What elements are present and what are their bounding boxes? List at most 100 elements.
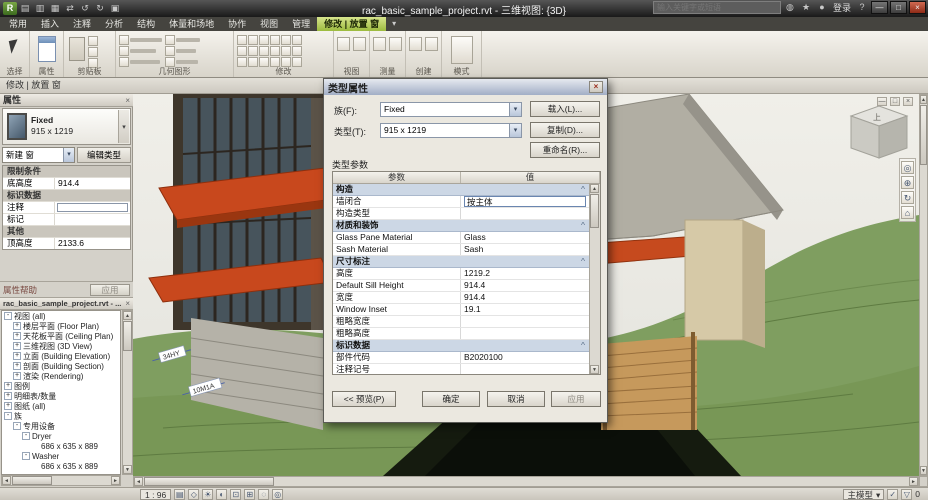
scroll-left-icon[interactable]: ◄ <box>2 476 11 485</box>
app-menu-button[interactable]: R <box>3 2 17 15</box>
tree-item-floor-plan[interactable]: + 楼层平面 (Floor Plan) <box>2 321 120 331</box>
tab-massing-site[interactable]: 体量和场地 <box>162 17 221 31</box>
tab-annotate[interactable]: 注释 <box>66 17 98 31</box>
cancel-button[interactable]: 取消 <box>487 391 545 407</box>
search-input[interactable] <box>652 1 781 14</box>
expander-icon[interactable]: + <box>4 392 12 400</box>
tree-item-elevation[interactable]: + 立面 (Building Elevation) <box>2 351 120 361</box>
param-row[interactable]: 宽度 914.4 <box>333 292 589 304</box>
browser-hscrollbar[interactable]: ◄ ► <box>1 475 121 486</box>
tab-insert[interactable]: 插入 <box>34 17 66 31</box>
expander-icon[interactable]: + <box>13 332 21 340</box>
param-row[interactable]: Sash Material Sash <box>333 244 589 256</box>
new-element-dropdown[interactable]: 新建 窗 ▾ <box>2 147 75 163</box>
ok-button[interactable]: 确定 <box>422 391 480 407</box>
tree-item-specialty-equipment[interactable]: - 专用设备 <box>2 421 120 431</box>
group-icon[interactable] <box>270 57 280 67</box>
dialog-apply-button[interactable]: 应用 <box>551 391 601 407</box>
browser-vscrollbar[interactable]: ▲ ▼ <box>122 310 133 475</box>
paint-icon[interactable] <box>165 46 175 56</box>
close-icon[interactable]: × <box>125 94 130 106</box>
param-row[interactable]: 墙闭合 按主体 <box>333 196 589 208</box>
collapse-icon[interactable]: ^ <box>577 340 589 351</box>
expander-icon[interactable]: - <box>4 312 12 320</box>
scroll-thumb[interactable] <box>144 477 274 486</box>
dialog-close-button[interactable]: × <box>589 81 603 93</box>
print-icon[interactable]: ▣ <box>108 2 122 15</box>
override-graphics-icon[interactable] <box>353 37 366 51</box>
orbit-icon[interactable]: ↻ <box>901 191 914 204</box>
lock-icon[interactable] <box>259 57 269 67</box>
expander-icon[interactable]: - <box>22 452 30 460</box>
preview-button[interactable]: << 预览(P) <box>332 391 396 407</box>
split-icon[interactable] <box>281 35 291 45</box>
offset-icon[interactable] <box>248 35 258 45</box>
help-icon[interactable]: ? <box>855 1 869 14</box>
editable-only-icon[interactable]: ✓ <box>887 488 899 500</box>
property-row[interactable]: 标记 <box>3 214 130 226</box>
unpin-icon[interactable] <box>248 57 258 67</box>
scroll-right-icon[interactable]: ► <box>111 476 120 485</box>
user-icon[interactable]: ● <box>815 1 829 14</box>
param-row[interactable]: Glass Pane Material Glass <box>333 232 589 244</box>
visual-style-icon[interactable]: ◇ <box>188 488 200 500</box>
tree-item-washer-type[interactable]: 686 x 635 x 889 <box>2 461 120 471</box>
align-icon[interactable] <box>237 35 247 45</box>
load-button[interactable]: 载入(L)... <box>530 101 600 117</box>
concrete-wall[interactable] <box>684 219 765 348</box>
scale-icon[interactable] <box>281 46 291 56</box>
scroll-down-icon[interactable]: ▼ <box>590 365 599 374</box>
expander-icon[interactable]: - <box>13 422 21 430</box>
ungroup-icon[interactable] <box>281 57 291 67</box>
section-other[interactable]: 其他 <box>3 226 130 238</box>
navigation-wheel-icon[interactable]: ◎ <box>901 161 914 174</box>
ribbon-minimize-icon[interactable]: ▾ <box>392 17 396 31</box>
array-icon[interactable] <box>292 35 302 45</box>
collapse-icon[interactable]: ^ <box>577 256 589 267</box>
param-group-row[interactable]: 标识数据 ^ <box>333 340 589 352</box>
show-crop-icon[interactable]: ⊞ <box>244 488 256 500</box>
new-icon[interactable]: ▤ <box>18 2 32 15</box>
param-group-row[interactable]: 构造 ^ <box>333 184 589 196</box>
property-row[interactable]: 底高度 914.4 <box>3 178 130 190</box>
expander-icon[interactable]: + <box>13 362 21 370</box>
rename-button[interactable]: 重命名(R)... <box>530 142 600 158</box>
copy-icon[interactable] <box>88 47 98 57</box>
edit-type-button[interactable]: 编辑类型 <box>77 147 131 163</box>
tree-item-3d-view[interactable]: + 三维视图 (3D View) <box>2 341 120 351</box>
expander-icon[interactable]: + <box>13 352 21 360</box>
tree-item-section[interactable]: + 剖面 (Building Section) <box>2 361 120 371</box>
tab-view[interactable]: 视图 <box>253 17 285 31</box>
undo-icon[interactable]: ↺ <box>78 2 92 15</box>
scroll-down-icon[interactable]: ▼ <box>123 465 132 474</box>
tree-item-families[interactable]: -族 <box>2 411 120 421</box>
tree-item-schedules[interactable]: + 明细表/数量 <box>2 391 120 401</box>
section-identity-data[interactable]: 标识数据 <box>3 190 130 202</box>
create-similar-icon[interactable] <box>409 37 422 51</box>
expander-icon[interactable]: - <box>4 412 12 420</box>
scroll-thumb[interactable] <box>12 476 52 485</box>
split-face-icon[interactable] <box>165 35 175 45</box>
view-restore-icon[interactable]: □ <box>890 97 900 106</box>
mirror-icon[interactable] <box>259 35 269 45</box>
tree-item-dryer-type[interactable]: 686 x 635 x 889 <box>2 441 120 451</box>
cut-icon[interactable] <box>88 36 98 46</box>
tab-collaborate[interactable]: 协作 <box>221 17 253 31</box>
param-row[interactable]: 注释记号 <box>333 364 589 374</box>
viewport-hscrollbar[interactable]: ◄ ► <box>133 476 919 487</box>
cut-geometry-icon[interactable] <box>119 46 129 56</box>
param-row[interactable]: 部件代码 B2020100 <box>333 352 589 364</box>
expander-icon[interactable]: + <box>4 402 12 410</box>
rotate-icon[interactable] <box>259 46 269 56</box>
measure-icon[interactable] <box>373 37 386 51</box>
tab-modify-place-window[interactable]: 修改 | 放置 窗 <box>317 17 387 31</box>
expander-icon[interactable]: + <box>13 372 21 380</box>
param-group-row[interactable]: 尺寸标注 ^ <box>333 256 589 268</box>
scroll-right-icon[interactable]: ► <box>909 477 918 486</box>
pin-icon[interactable] <box>292 46 302 56</box>
scroll-thumb[interactable] <box>590 194 599 228</box>
extend-icon[interactable] <box>270 35 280 45</box>
dimension-icon[interactable] <box>389 37 402 51</box>
param-row[interactable]: Default Sill Height 914.4 <box>333 280 589 292</box>
restore-button[interactable]: □ <box>890 1 907 14</box>
